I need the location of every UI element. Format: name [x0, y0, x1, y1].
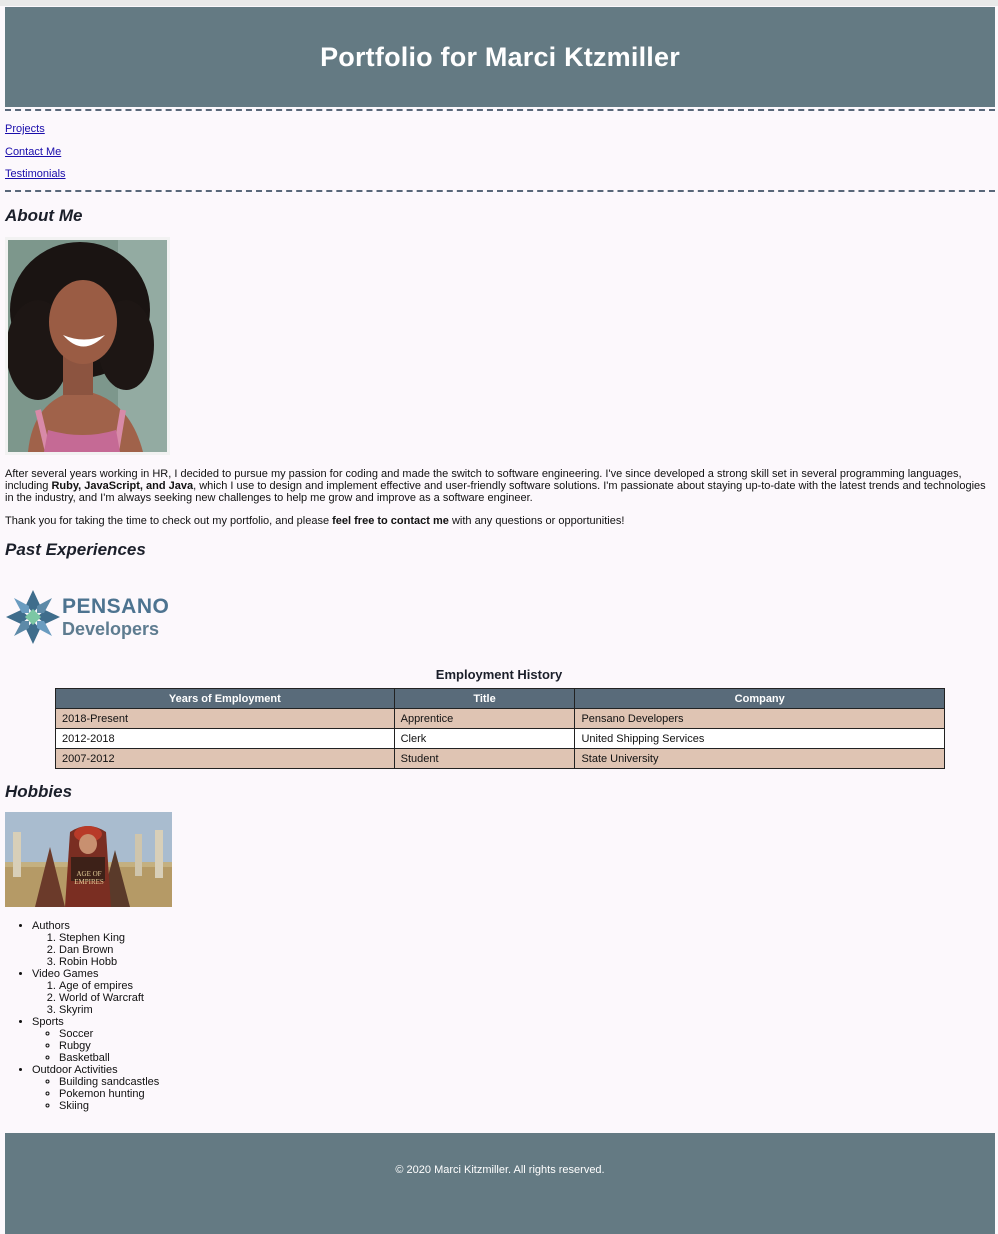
hobbies-heading: Hobbies: [5, 782, 73, 801]
logo-text-developers: Developers: [62, 619, 160, 639]
table-cell: Pensano Developers: [574, 708, 945, 729]
list-item: Pokemon hunting: [59, 1088, 159, 1100]
table-cell: United Shipping Services: [574, 728, 945, 749]
table-cell: Clerk: [393, 728, 576, 749]
list-item: Basketball: [59, 1052, 159, 1064]
list-item: Robin Hobb: [59, 956, 159, 968]
logo-text-pensano: PENSANO: [62, 595, 170, 618]
table-cell: 2018-Present: [55, 708, 395, 729]
list-item: World of Warcraft: [59, 992, 159, 1004]
table-row: 2018-Present Apprentice Pensano Develope…: [55, 708, 945, 729]
experience-heading: Past Experiences: [5, 540, 146, 559]
list-item: Video Games Age of empires World of Warc…: [32, 968, 159, 1016]
table-row: 2007-2012 Student State University: [55, 748, 945, 769]
column-header-company: Company: [574, 688, 945, 709]
table-cell: State University: [574, 748, 945, 769]
list-item: Authors Stephen King Dan Brown Robin Hob…: [32, 920, 159, 968]
list-item: Age of empires: [59, 980, 159, 992]
game-logo-text: AGE OF EMPIRES: [74, 870, 104, 886]
table-cell: 2007-2012: [55, 748, 395, 769]
list-item: Building sandcastles: [59, 1076, 159, 1088]
list-item: Soccer: [59, 1028, 159, 1040]
about-paragraph-1: After several years working in HR, I dec…: [5, 468, 986, 504]
top-bar: [0, 0, 998, 6]
divider: [5, 190, 995, 192]
table-caption: Employment History: [435, 667, 563, 682]
page-footer: © 2020 Marci Kitzmiller. All rights rese…: [5, 1133, 995, 1234]
nav-link-testimonials[interactable]: Testimonials: [5, 167, 66, 190]
column-header-title: Title: [393, 688, 576, 709]
profile-photo: [5, 237, 170, 455]
list-item: Stephen King: [59, 932, 159, 944]
main-nav: Projects Contact Me Testimonials: [5, 122, 66, 190]
age-of-empires-image: AGE OF EMPIRES: [5, 812, 172, 907]
hobbies-list: Authors Stephen King Dan Brown Robin Hob…: [5, 920, 159, 1112]
table-cell: Apprentice: [393, 708, 576, 729]
about-paragraph-2: Thank you for taking the time to check o…: [5, 515, 625, 527]
pensano-logo: PENSANO Developers: [5, 588, 175, 646]
table-cell: Student: [393, 748, 576, 769]
nav-link-projects[interactable]: Projects: [5, 122, 66, 145]
list-item: Sports Soccer Rubgy Basketball: [32, 1016, 159, 1064]
employment-table: Years of Employment Title Company 2018-P…: [55, 688, 945, 769]
page-title: Portfolio for Marci Ktzmiller: [320, 41, 680, 72]
column-header-years: Years of Employment: [55, 688, 395, 709]
nav-link-contact[interactable]: Contact Me: [5, 145, 66, 168]
pensano-logo-mark: [6, 590, 60, 644]
list-item: Dan Brown: [59, 944, 159, 956]
copyright-text: © 2020 Marci Kitzmiller. All rights rese…: [395, 1164, 605, 1176]
page-header: Portfolio for Marci Ktzmiller: [5, 7, 995, 107]
table-row: 2012-2018 Clerk United Shipping Services: [55, 728, 945, 749]
list-item: Skyrim: [59, 1004, 159, 1016]
list-item: Rubgy: [59, 1040, 159, 1052]
list-item: Outdoor Activities Building sandcastles …: [32, 1064, 159, 1112]
table-cell: 2012-2018: [55, 728, 395, 749]
game-art: [5, 812, 172, 907]
divider: [5, 109, 995, 111]
table-header-row: Years of Employment Title Company: [55, 688, 945, 709]
about-heading: About Me: [5, 206, 83, 225]
list-item: Skiing: [59, 1100, 159, 1112]
portrait-illustration: [8, 240, 167, 452]
